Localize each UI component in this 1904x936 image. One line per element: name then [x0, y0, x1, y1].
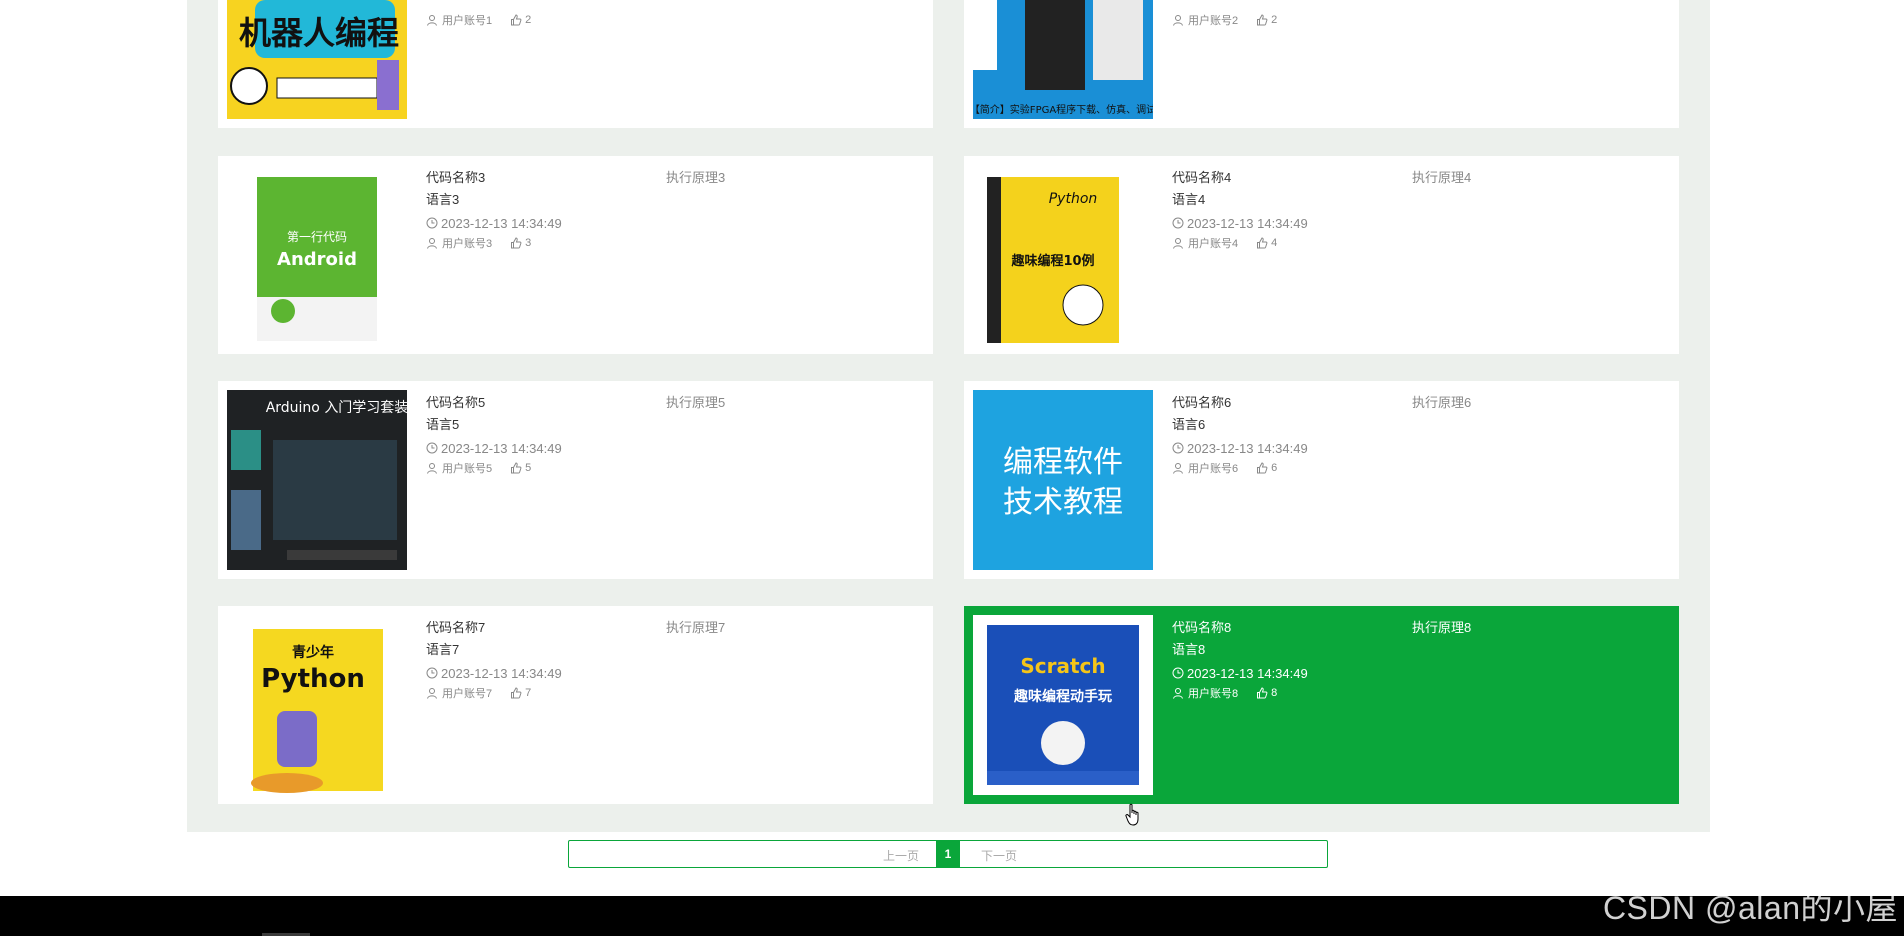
user-icon: [427, 688, 437, 699]
current-page-number[interactable]: 1: [936, 841, 960, 867]
cover-image[interactable]: 青少年 Python: [227, 615, 407, 795]
cover-title: 青少年: [292, 644, 334, 661]
user-icon: [1173, 688, 1183, 699]
likes-count: 5: [525, 462, 532, 474]
next-page-button[interactable]: 下一页: [981, 847, 1017, 864]
clock-icon: [426, 667, 438, 679]
likes-count: 2: [1271, 14, 1278, 26]
thumbs-up-icon[interactable]: [510, 237, 522, 249]
likes-count: 4: [1271, 237, 1278, 249]
date-label: 2023-12-13 14:34:49: [441, 215, 562, 231]
cover-title: 机器人编程: [239, 14, 399, 52]
user-icon: [1173, 238, 1183, 249]
account-label: 用户账号8: [1188, 688, 1239, 700]
user-icon: [1173, 463, 1183, 474]
pagination: 上一页 1 下一页: [568, 840, 1328, 868]
user-icon: [427, 15, 437, 26]
likes-count: 3: [525, 237, 532, 249]
thumbs-up-icon[interactable]: [1256, 687, 1268, 699]
list-item[interactable]: 【简介】实验FPGA程序下载、仿真、调试 用户账号2 2: [964, 0, 1679, 128]
code-name[interactable]: 代码名称3: [426, 167, 485, 186]
account-label: 用户账号6: [1188, 463, 1239, 475]
principle-label: 执行原理4: [1412, 170, 1472, 185]
cover-image[interactable]: Python 趣味编程10例: [973, 165, 1153, 345]
principle-label: 执行原理7: [666, 620, 726, 635]
thumbs-up-icon[interactable]: [1256, 237, 1268, 249]
clock-icon: [426, 442, 438, 454]
list-item[interactable]: 机器人编程 用户账号1 2: [218, 0, 933, 128]
code-name[interactable]: 代码名称8: [1172, 617, 1231, 636]
cover-caption: 【简介】实验FPGA程序下载、仿真、调试: [973, 103, 1153, 116]
thumbs-up-icon[interactable]: [510, 14, 522, 26]
principle-label: 执行原理8: [1412, 620, 1472, 635]
thumbs-up-icon[interactable]: [1256, 462, 1268, 474]
user-icon: [427, 463, 437, 474]
language-label: 语言4: [1172, 192, 1206, 207]
cover-image[interactable]: Scratch 趣味编程动手玩: [973, 615, 1153, 795]
date-label: 2023-12-13 14:34:49: [1187, 665, 1308, 681]
language-label: 语言3: [426, 192, 460, 207]
cover-title: 编程软件: [1003, 445, 1123, 480]
watermark: CSDN @alan的小屋: [1602, 890, 1898, 926]
list-item[interactable]: Python 趣味编程10例 代码名称4 执行原理4 语言4 2023-12-1…: [964, 156, 1679, 354]
code-name[interactable]: 代码名称6: [1172, 392, 1231, 411]
code-name[interactable]: 代码名称7: [426, 617, 485, 636]
list-item-active[interactable]: Scratch 趣味编程动手玩 代码名称8 执行原理8 语言8 2023-12-…: [964, 606, 1679, 804]
cover-image[interactable]: 编程软件 技术教程: [973, 390, 1153, 570]
language-label: 语言7: [426, 642, 460, 657]
principle-label: 执行原理6: [1412, 395, 1472, 410]
likes-count: 8: [1271, 687, 1278, 699]
language-label: 语言6: [1172, 417, 1206, 432]
cover-title: Scratch: [1020, 654, 1105, 678]
account-label: 用户账号4: [1188, 238, 1239, 250]
account-label: 用户账号3: [442, 238, 493, 250]
cover-subtitle: 趣味编程动手玩: [1013, 688, 1112, 705]
clock-icon: [1172, 442, 1184, 454]
list-item[interactable]: Arduino 入门学习套装 代码名称5 执行原理5 语言5 2023-12-1…: [218, 381, 933, 579]
date-label: 2023-12-13 14:34:49: [441, 665, 562, 681]
clock-icon: [1172, 217, 1184, 229]
principle-label: 执行原理3: [666, 170, 726, 185]
code-name[interactable]: 代码名称5: [426, 392, 485, 411]
principle-label: 执行原理5: [666, 395, 726, 410]
cover-subtitle: 技术教程: [1003, 485, 1123, 520]
list-item[interactable]: 青少年 Python 代码名称7 执行原理7 语言7 2023-12-13 14…: [218, 606, 933, 804]
cover-title: Arduino 入门学习套装: [266, 400, 407, 416]
date-label: 2023-12-13 14:34:49: [1187, 215, 1308, 231]
date-label: 2023-12-13 14:34:49: [1187, 440, 1308, 456]
content-panel: 机器人编程 用户账号1 2 【简介】实验FPGA程序下载、仿真、调试 用户账号2…: [187, 0, 1710, 832]
likes-count: 7: [525, 687, 532, 699]
cover-subtitle: 趣味编程10例: [1010, 253, 1094, 269]
cover-subtitle: Android: [277, 249, 357, 270]
date-label: 2023-12-13 14:34:49: [441, 440, 562, 456]
list-item[interactable]: 第一行代码 Android 代码名称3 执行原理3 语言3 2023-12-13…: [218, 156, 933, 354]
list-item[interactable]: 编程软件 技术教程 代码名称6 执行原理6 语言6 2023-12-13 14:…: [964, 381, 1679, 579]
cover-image[interactable]: Arduino 入门学习套装: [227, 390, 407, 570]
clock-icon: [1172, 667, 1184, 679]
likes-count: 6: [1271, 462, 1278, 474]
cover-title: 第一行代码: [287, 230, 347, 244]
account-label: 用户账号5: [442, 463, 493, 475]
cover-image[interactable]: 第一行代码 Android: [227, 165, 407, 345]
cover-title: Python: [1049, 191, 1098, 207]
thumbs-up-icon[interactable]: [510, 687, 522, 699]
user-icon: [427, 238, 437, 249]
thumbs-up-icon[interactable]: [510, 462, 522, 474]
hand-cursor-icon: [1125, 803, 1139, 826]
account-label: 用户账号7: [442, 688, 493, 700]
clock-icon: [426, 217, 438, 229]
language-label: 语言8: [1172, 642, 1206, 657]
account-label: 用户账号1: [442, 15, 493, 27]
language-label: 语言5: [426, 417, 460, 432]
prev-page-button[interactable]: 上一页: [883, 847, 919, 864]
cover-image[interactable]: 【简介】实验FPGA程序下载、仿真、调试: [973, 0, 1153, 119]
cover-image[interactable]: 机器人编程: [227, 0, 407, 119]
thumbs-up-icon[interactable]: [1256, 14, 1268, 26]
likes-count: 2: [525, 14, 532, 26]
account-label: 用户账号2: [1188, 15, 1239, 27]
code-name[interactable]: 代码名称4: [1172, 167, 1231, 186]
user-icon: [1173, 15, 1183, 26]
cover-subtitle: Python: [261, 664, 365, 694]
